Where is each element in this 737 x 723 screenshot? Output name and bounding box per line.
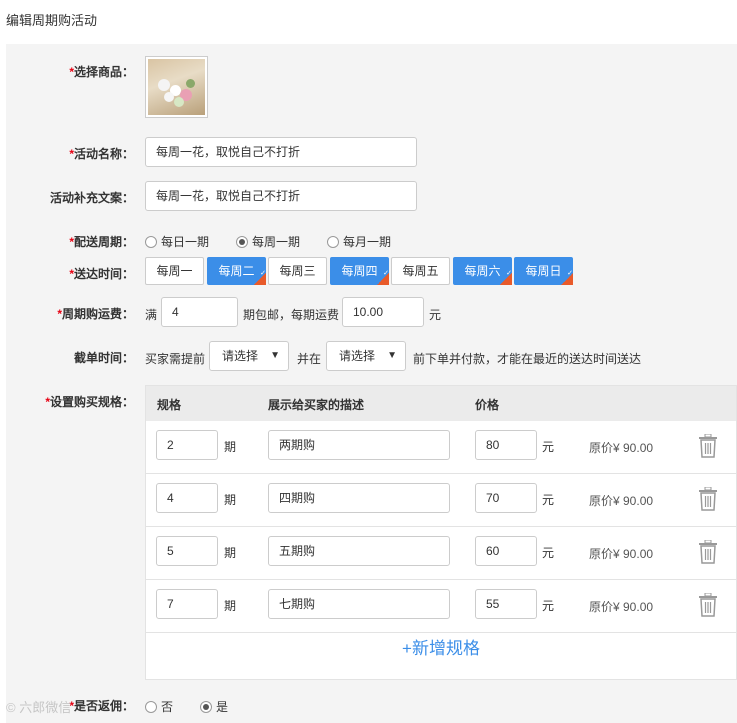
product-image [148, 59, 205, 115]
spec-periods-input[interactable]: 5 [156, 536, 218, 566]
price-unit: 元 [542, 546, 555, 560]
period-unit: 期 [224, 546, 237, 560]
radio-checked-icon [236, 235, 248, 248]
check-corner-icon [377, 261, 389, 287]
trash-icon[interactable] [698, 593, 718, 617]
activity-name-input[interactable]: 每周一花，取悦自己不打折 [145, 137, 417, 167]
trash-icon[interactable] [698, 540, 718, 564]
original-price: 原价¥ 90.00 [589, 547, 654, 561]
cutoff-days-select[interactable]: 请选择 ▼ [209, 341, 289, 371]
original-price: 原价¥ 90.00 [589, 441, 654, 455]
caret-down-icon: ▼ [387, 350, 397, 361]
shipping-suffix: 元 [429, 308, 442, 322]
day-button-mon[interactable]: 每周一 [145, 257, 204, 285]
spec-price-input[interactable]: 70 [475, 483, 537, 513]
day-button-fri[interactable]: 每周五 [391, 257, 450, 285]
spec-desc-input[interactable]: 五期购 [268, 536, 450, 566]
period-unit: 期 [224, 493, 237, 507]
period-unit: 期 [224, 440, 237, 454]
check-corner-icon [500, 261, 512, 287]
page-title: 编辑周期购活动 [6, 13, 98, 28]
spec-price-input[interactable]: 55 [475, 589, 537, 619]
spec-row: 7 期 七期购 55 元 原价¥ 90.00 [146, 580, 736, 633]
trash-icon[interactable] [698, 487, 718, 511]
extra-copy-label: 活动补充文案： [49, 191, 134, 205]
day-button-tue[interactable]: 每周二 [207, 257, 266, 287]
spec-periods-input[interactable]: 2 [156, 430, 218, 460]
delivery-days-label: *送达时间： [69, 267, 134, 281]
watermark: © 六郎微信 [6, 700, 72, 715]
add-spec-button[interactable]: +新增规格 [146, 634, 736, 659]
radio-icon [327, 235, 339, 248]
spec-header-desc: 展示给买家的描述 [268, 398, 365, 412]
spec-header-spec: 规格 [157, 398, 182, 412]
cycle-label: *配送周期： [69, 235, 134, 249]
day-button-wed[interactable]: 每周三 [268, 257, 327, 285]
day-button-sun[interactable]: 每周日 [514, 257, 573, 287]
spec-desc-input[interactable]: 四期购 [268, 483, 450, 513]
shipping-fee-input[interactable]: 10.00 [342, 297, 424, 327]
spec-row: 2 期 两期购 80 元 原价¥ 90.00 [146, 421, 736, 474]
shipping-label: *周期购运费： [57, 307, 134, 321]
price-unit: 元 [542, 493, 555, 507]
check-corner-icon [561, 261, 573, 287]
shipping-prefix: 满 [145, 308, 158, 322]
name-label: *活动名称： [69, 147, 134, 161]
spec-header-price: 价格 [475, 398, 500, 412]
spec-table-header: 规格 展示给买家的描述 价格 [146, 386, 736, 421]
day-button-sat[interactable]: 每周六 [453, 257, 512, 287]
shipping-middle-text: 期包邮，每期运费 [243, 308, 340, 322]
rebate-option-no[interactable]: 否 [145, 698, 173, 715]
radio-icon [145, 235, 157, 248]
spec-row: 4 期 四期购 70 元 原价¥ 90.00 [146, 474, 736, 527]
spec-table: 规格 展示给买家的描述 价格 2 期 两期购 80 元 原价¥ 90.00 4 … [145, 385, 737, 680]
price-unit: 元 [542, 440, 555, 454]
spec-desc-input[interactable]: 两期购 [268, 430, 450, 460]
product-label: *选择商品： [69, 65, 134, 79]
day-button-thu[interactable]: 每周四 [330, 257, 389, 287]
extra-copy-input[interactable]: 每周一花，取悦自己不打折 [145, 181, 417, 211]
cycle-option-monthly[interactable]: 每月一期 [327, 233, 391, 250]
check-corner-icon [254, 261, 266, 287]
specs-label: *设置购买规格： [45, 395, 134, 409]
period-unit: 期 [224, 599, 237, 613]
spec-periods-input[interactable]: 7 [156, 589, 218, 619]
price-unit: 元 [542, 599, 555, 613]
spec-desc-input[interactable]: 七期购 [268, 589, 450, 619]
cycle-option-weekly[interactable]: 每周一期 [236, 233, 300, 250]
rebate-option-yes[interactable]: 是 [200, 698, 228, 715]
product-thumbnail[interactable] [145, 56, 208, 118]
radio-icon [145, 700, 157, 713]
radio-checked-icon [200, 700, 212, 713]
cutoff-suffix: 前下单并付款，才能在最近的送达时间送达 [413, 352, 642, 366]
cutoff-time-select[interactable]: 请选择 ▼ [326, 341, 406, 371]
cutoff-prefix: 买家需提前 [145, 352, 206, 366]
spec-periods-input[interactable]: 4 [156, 483, 218, 513]
spec-row: 5 期 五期购 60 元 原价¥ 90.00 [146, 527, 736, 580]
spec-price-input[interactable]: 80 [475, 430, 537, 460]
original-price: 原价¥ 90.00 [589, 494, 654, 508]
spec-price-input[interactable]: 60 [475, 536, 537, 566]
trash-icon[interactable] [698, 434, 718, 458]
cutoff-label: 截单时间： [73, 351, 134, 365]
cutoff-middle: 并在 [297, 352, 322, 366]
free-shipping-threshold-input[interactable]: 4 [161, 297, 238, 327]
cycle-option-daily[interactable]: 每日一期 [145, 233, 209, 250]
original-price: 原价¥ 90.00 [589, 600, 654, 614]
caret-down-icon: ▼ [270, 350, 280, 361]
